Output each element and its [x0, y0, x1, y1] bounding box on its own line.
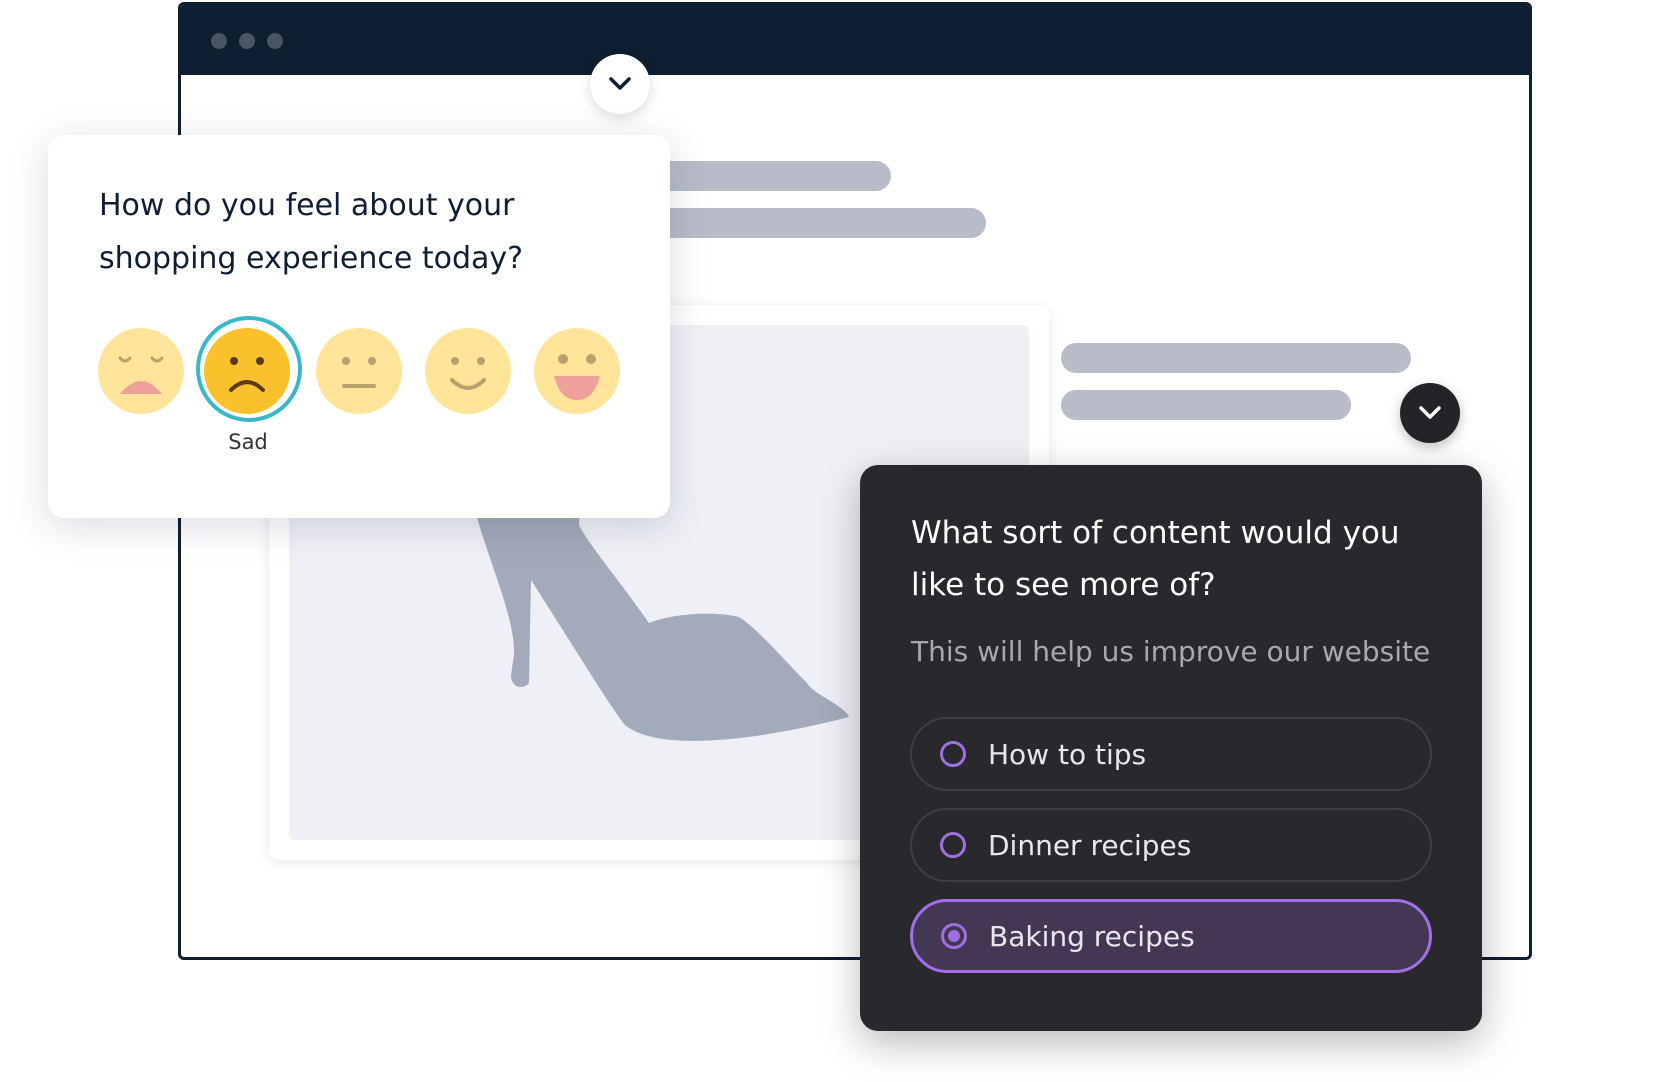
window-dot-icon: [267, 33, 283, 49]
survey-subtitle: This will help us improve our website: [911, 635, 1431, 668]
placeholder-text-line: [1061, 390, 1351, 420]
very-happy-face-icon[interactable]: [534, 328, 620, 414]
sad-face-icon[interactable]: [204, 328, 290, 414]
very-sad-face-icon[interactable]: [98, 328, 184, 414]
neutral-face-icon[interactable]: [316, 328, 402, 414]
placeholder-text-line: [1061, 343, 1411, 373]
selected-emoji-label: Sad: [228, 430, 268, 454]
option-how-to-tips[interactable]: How to tips: [910, 717, 1432, 791]
radio-button[interactable]: [940, 832, 966, 858]
radio-button[interactable]: [941, 923, 967, 949]
browser-title-bar: [181, 5, 1529, 75]
radio-button[interactable]: [940, 741, 966, 767]
collapse-button[interactable]: [590, 54, 650, 114]
window-dot-icon: [239, 33, 255, 49]
window-dot-icon: [211, 33, 227, 49]
smiling-face-icon[interactable]: [425, 328, 511, 414]
content-survey-card: What sort of content would you like to s…: [860, 465, 1482, 1031]
option-label: How to tips: [988, 737, 1147, 771]
survey-question: What sort of content would you like to s…: [911, 515, 1400, 603]
chevron-down-icon: [609, 77, 631, 90]
option-dinner-recipes[interactable]: Dinner recipes: [910, 808, 1432, 882]
placeholder-text-line: [621, 208, 986, 238]
emoji-rating-row: [98, 328, 638, 428]
option-baking-recipes[interactable]: Baking recipes: [910, 899, 1432, 973]
option-label: Dinner recipes: [988, 828, 1192, 862]
survey-question: How do you feel about your shopping expe…: [99, 188, 524, 276]
option-label: Baking recipes: [989, 919, 1195, 953]
collapse-button[interactable]: [1400, 383, 1460, 443]
emoji-survey-card: How do you feel about your shopping expe…: [48, 135, 670, 518]
chevron-down-icon: [1419, 406, 1441, 419]
